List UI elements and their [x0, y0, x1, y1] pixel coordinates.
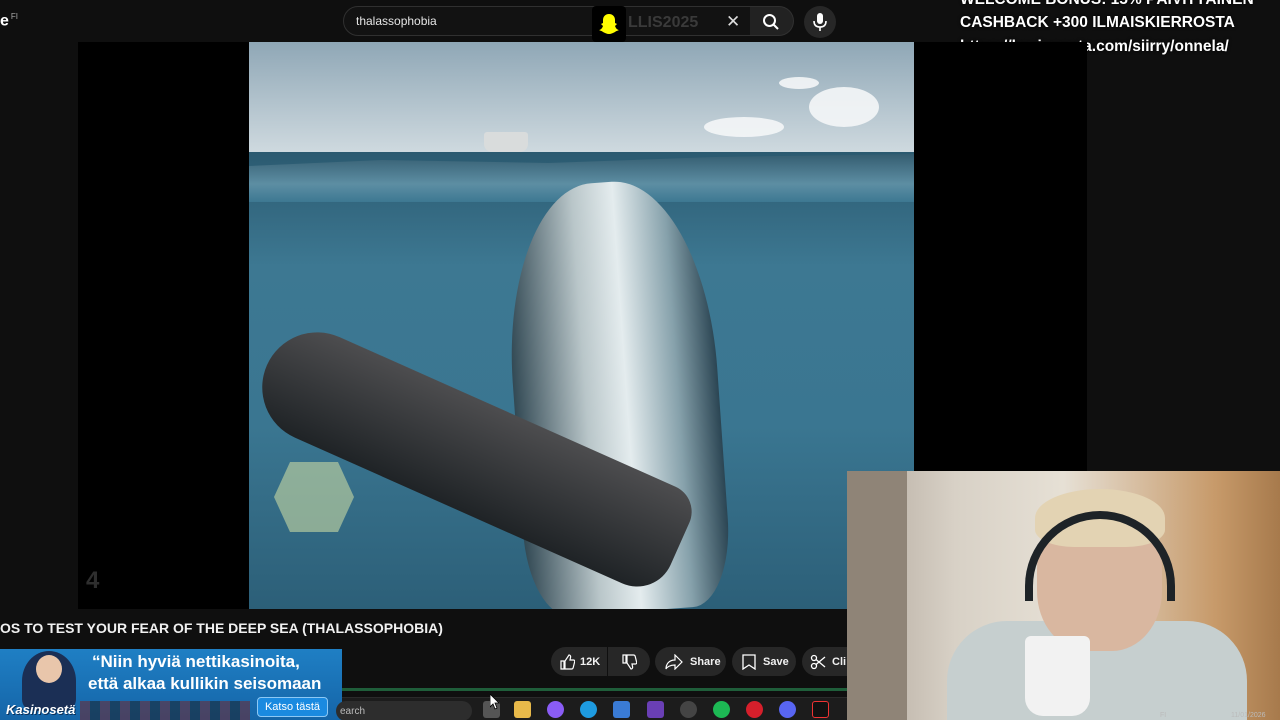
save-button[interactable]: Save: [732, 647, 796, 676]
thumbs-up-icon: [560, 654, 575, 670]
video-frame: [249, 42, 914, 609]
share-icon: [665, 654, 683, 670]
save-icon: [742, 654, 756, 670]
like-count: 12K: [580, 656, 601, 668]
share-button[interactable]: Share: [655, 647, 726, 676]
cloud: [704, 117, 784, 137]
ad-banner[interactable]: Kasinosetä “Niin hyviä nettikasinoita, e…: [0, 649, 342, 720]
share-label: Share: [690, 656, 721, 668]
snapchat-handle: LLIS2025: [628, 14, 699, 31]
cloud: [809, 87, 879, 127]
clear-icon[interactable]: ✕: [726, 12, 740, 32]
taskbar: earch: [336, 697, 847, 720]
door: [847, 471, 907, 720]
taskbar-search[interactable]: earch: [336, 701, 472, 720]
mascot-face: [36, 655, 62, 683]
like-button[interactable]: 12K: [551, 647, 607, 676]
opera-icon[interactable]: [746, 701, 763, 718]
copilot-icon[interactable]: [547, 701, 564, 718]
roulette-table: [80, 701, 250, 720]
clip-label: Cli: [832, 656, 847, 668]
light-flare: [274, 462, 354, 532]
snapchat-logo: [592, 6, 626, 42]
search-button[interactable]: [750, 6, 794, 36]
ad-quote-line-2: että alkaa kullikin seisomaan: [88, 674, 322, 693]
app-icon[interactable]: [647, 701, 664, 718]
tray-language[interactable]: FI: [1160, 712, 1166, 719]
overlay-number: 4: [86, 567, 100, 594]
screen: eFI thalassophobia ✕ LLIS2025 WELCOME BO…: [0, 0, 1280, 720]
snapchat-icon: [599, 14, 619, 34]
region-label: FI: [10, 12, 19, 21]
mic-icon: [813, 13, 827, 31]
discord-icon[interactable]: [779, 701, 796, 718]
store-icon[interactable]: [613, 701, 630, 718]
mouse-cursor-icon: [490, 694, 500, 710]
mug: [1025, 636, 1090, 716]
spotify-icon[interactable]: [713, 701, 730, 718]
dislike-button[interactable]: [608, 647, 650, 676]
save-label: Save: [763, 656, 789, 668]
file-explorer-icon[interactable]: [514, 701, 531, 718]
taskbar-search-placeholder: earch: [340, 706, 366, 717]
cloud: [779, 77, 819, 89]
search-icon: [763, 14, 779, 30]
settings-icon[interactable]: [680, 701, 697, 718]
search-input[interactable]: thalassophobia: [356, 14, 437, 28]
tiktok-icon[interactable]: [812, 701, 829, 718]
promo-line-1: CASHBACK +300 ILMAISKIERROSTA: [960, 14, 1235, 31]
tray-date[interactable]: 11/01/2026: [1231, 712, 1266, 719]
webcam-feed: [847, 471, 1280, 720]
ad-quote-line-1: “Niin hyviä nettikasinoita,: [92, 652, 300, 671]
voice-search-button[interactable]: [804, 6, 836, 38]
youtube-logo[interactable]: e FI: [0, 12, 18, 30]
edge-icon[interactable]: [580, 701, 597, 718]
divider: [342, 688, 847, 691]
thumbs-down-icon: [622, 654, 637, 670]
video-title: OS TO TEST YOUR FEAR OF THE DEEP SEA (TH…: [0, 620, 443, 636]
scissors-icon: [810, 654, 826, 670]
boat: [484, 132, 528, 152]
ad-cta-button[interactable]: Katso tästä: [257, 697, 328, 717]
ad-brand: Kasinosetä: [6, 702, 76, 717]
